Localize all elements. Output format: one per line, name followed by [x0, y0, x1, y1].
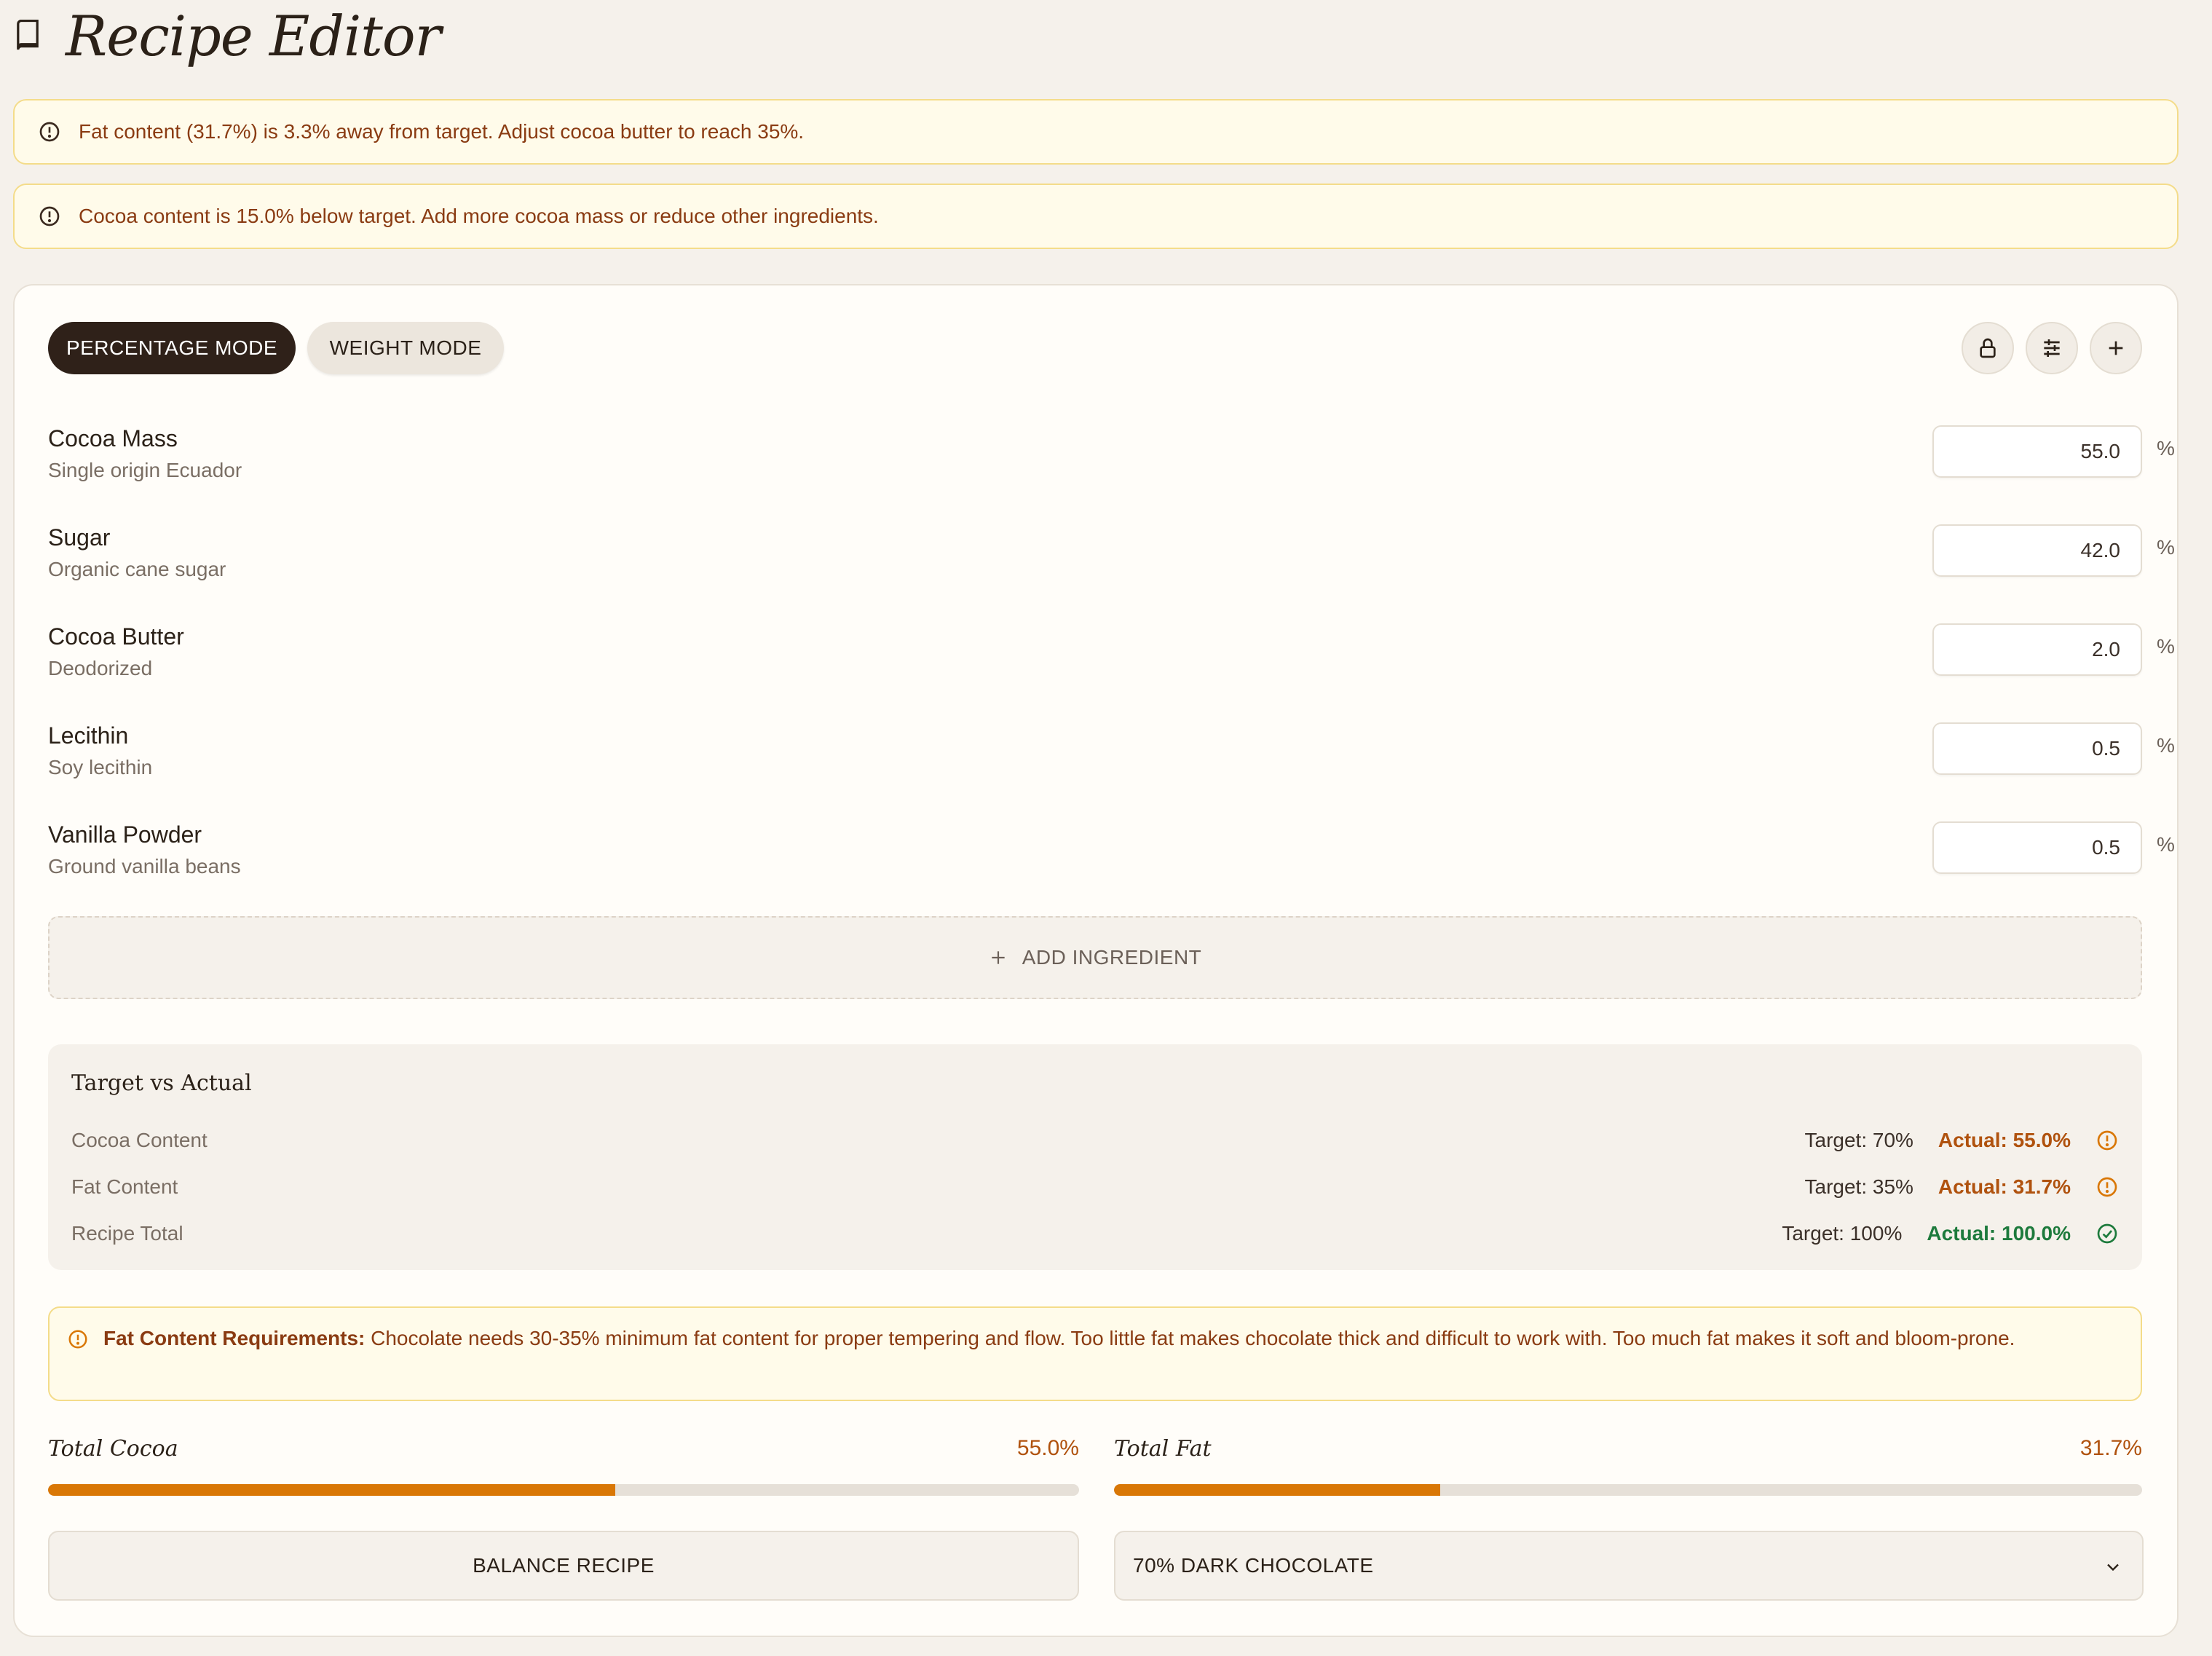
tva-target: Target: 70% — [1804, 1129, 1913, 1151]
tva-target: Target: 100% — [1782, 1222, 1903, 1245]
total-cocoa-bar — [48, 1484, 1079, 1496]
lock-icon — [1980, 338, 1996, 358]
tva-row-fat: Fat Content Target: 35% Actual: 31.7% — [71, 1175, 2119, 1204]
cocoa-content-alert: Cocoa content is 15.0% below target. Add… — [13, 184, 2179, 249]
balance-recipe-button[interactable]: BALANCE RECIPE — [48, 1531, 1079, 1601]
book-icon — [17, 20, 39, 50]
info-heading: Fat Content Requirements: — [103, 1327, 366, 1349]
chevron-down-icon — [2107, 1564, 2119, 1572]
ingredient-name: Cocoa Butter — [48, 623, 184, 650]
fat-requirements-info: Fat Content Requirements: Chocolate need… — [48, 1306, 2142, 1401]
info-circle-icon — [68, 1330, 87, 1349]
adjust-button[interactable] — [2026, 322, 2078, 374]
ingredient-description: Organic cane sugar — [48, 558, 226, 580]
add-ingredient-label: ADD INGREDIENT — [1022, 946, 1202, 969]
page-title: Recipe Editor — [66, 3, 441, 68]
ingredient-value-input[interactable] — [1932, 524, 2142, 577]
warning-circle-icon — [2097, 1130, 2117, 1151]
ingredient-value-input[interactable] — [1932, 425, 2142, 478]
total-cocoa-fill — [48, 1484, 615, 1496]
unit-label: % — [2157, 536, 2175, 559]
ingredient-row: Sugar Organic cane sugar % — [48, 524, 2175, 623]
alert-text: Fat content (31.7%) is 3.3% away from ta… — [79, 120, 805, 143]
tva-row-cocoa: Cocoa Content Target: 70% Actual: 55.0% — [71, 1129, 2119, 1158]
ingredient-name: Lecithin — [48, 722, 129, 749]
alert-text: Cocoa content is 15.0% below target. Add… — [79, 205, 879, 227]
total-fat-value: 31.7% — [2079, 1436, 2142, 1460]
tva-actual: Actual: 100.0% — [1927, 1222, 2071, 1245]
target-vs-actual-panel: Target vs Actual Cocoa Content Target: 7… — [48, 1044, 2142, 1270]
recipe-editor-page: Recipe Editor Fat content (31.7%) is 3.3… — [0, 0, 2212, 1656]
ingredient-description: Ground vanilla beans — [48, 855, 241, 878]
panel-title: Target vs Actual — [71, 1071, 252, 1096]
preset-select[interactable]: 70% DARK CHOCOLATE — [1114, 1531, 2144, 1601]
unit-label: % — [2157, 833, 2175, 856]
total-cocoa-label: Total Cocoa — [48, 1436, 178, 1462]
total-cocoa-value: 55.0% — [1016, 1436, 1079, 1460]
ingredient-value-input[interactable] — [1932, 623, 2142, 676]
ingredient-description: Deodorized — [48, 657, 153, 679]
ingredient-name: Vanilla Powder — [48, 821, 202, 848]
ingredient-name: Sugar — [48, 524, 111, 551]
unit-label: % — [2157, 635, 2175, 658]
tva-target: Target: 35% — [1804, 1175, 1913, 1198]
alert-circle-icon — [39, 122, 60, 142]
check-circle-icon — [2097, 1223, 2117, 1244]
total-fat-label: Total Fat — [1114, 1436, 1212, 1462]
recipe-card: PERCENTAGE MODE WEIGHT MODE Cocoa Mass S… — [13, 284, 2179, 1637]
ingredient-value-input[interactable] — [1932, 821, 2142, 874]
weight-mode-button[interactable]: WEIGHT MODE — [307, 322, 504, 374]
add-button[interactable] — [2090, 322, 2142, 374]
ingredient-description: Soy lecithin — [48, 756, 153, 778]
tva-label: Fat Content — [71, 1175, 178, 1198]
ingredient-row: Cocoa Mass Single origin Ecuador % — [48, 425, 2175, 524]
total-fat-fill — [1114, 1484, 1440, 1496]
tva-label: Recipe Total — [71, 1222, 183, 1245]
tva-label: Cocoa Content — [71, 1129, 208, 1151]
ingredient-name: Cocoa Mass — [48, 425, 178, 452]
page-header: Recipe Editor — [15, 3, 441, 68]
preset-selected-value: 70% DARK CHOCOLATE — [1133, 1554, 1374, 1577]
warning-circle-icon — [2097, 1177, 2117, 1197]
ingredient-description: Single origin Ecuador — [48, 459, 242, 481]
plus-icon — [992, 951, 1005, 964]
fat-content-alert: Fat content (31.7%) is 3.3% away from ta… — [13, 99, 2179, 165]
percentage-mode-button[interactable]: PERCENTAGE MODE — [48, 322, 296, 374]
sliders-icon — [2044, 339, 2060, 357]
unit-label: % — [2157, 734, 2175, 757]
total-fat-bar — [1114, 1484, 2142, 1496]
ingredient-row: Vanilla Powder Ground vanilla beans % — [48, 821, 2175, 920]
ingredient-row: Lecithin Soy lecithin % — [48, 722, 2175, 821]
add-ingredient-button[interactable]: ADD INGREDIENT — [48, 916, 2142, 999]
alert-circle-icon — [39, 206, 60, 226]
lock-button[interactable] — [1962, 322, 2014, 374]
tva-actual: Actual: 31.7% — [1938, 1175, 2071, 1198]
tva-actual: Actual: 55.0% — [1938, 1129, 2071, 1151]
tva-row-total: Recipe Total Target: 100% Actual: 100.0% — [71, 1222, 2119, 1251]
info-text: Chocolate needs 30-35% minimum fat conte… — [371, 1327, 2015, 1349]
plus-icon — [2109, 341, 2123, 355]
unit-label: % — [2157, 437, 2175, 460]
ingredient-row: Cocoa Butter Deodorized % — [48, 623, 2175, 722]
ingredient-value-input[interactable] — [1932, 722, 2142, 775]
